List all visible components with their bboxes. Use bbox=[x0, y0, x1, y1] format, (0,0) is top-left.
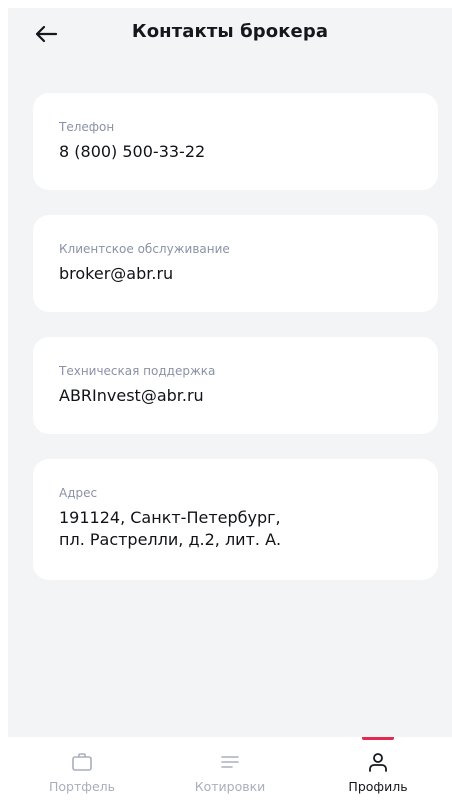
contact-value: ABRInvest@abr.ru bbox=[59, 386, 204, 405]
contacts-list: Телефон 8 (800) 500-33-22 Клиентское обс… bbox=[33, 93, 438, 605]
contacts-screen: Контакты брокера Телефон 8 (800) 500-33-… bbox=[8, 8, 452, 807]
contact-card-client-service[interactable]: Клиентское обслуживание broker@abr.ru bbox=[33, 215, 438, 312]
contact-label: Клиентское обслуживание bbox=[59, 242, 230, 256]
contact-label: Телефон bbox=[59, 120, 115, 134]
tab-label: Профиль bbox=[348, 779, 408, 794]
briefcase-icon bbox=[72, 753, 92, 771]
user-icon bbox=[369, 753, 387, 772]
contact-value: broker@abr.ru bbox=[59, 264, 174, 283]
tab-quotes[interactable]: Котировки bbox=[156, 737, 304, 807]
contact-label: Адрес bbox=[59, 486, 98, 500]
contact-label: Техническая поддержка bbox=[59, 364, 216, 378]
contact-value: 191124, Санкт-Петербург, пл. Растрелли, … bbox=[59, 508, 282, 549]
list-icon bbox=[221, 756, 239, 768]
contact-card-tech-support[interactable]: Техническая поддержка ABRInvest@abr.ru bbox=[33, 337, 438, 434]
page-title: Контакты брокера bbox=[131, 21, 329, 42]
contact-value: 8 (800) 500-33-22 bbox=[59, 142, 206, 161]
tab-label: Портфель bbox=[49, 779, 115, 794]
tab-profile[interactable]: Профиль bbox=[304, 737, 452, 807]
contact-card-address[interactable]: Адрес 191124, Санкт-Петербург, пл. Растр… bbox=[33, 459, 438, 580]
tab-portfolio[interactable]: Портфель bbox=[8, 737, 156, 807]
header: Контакты брокера bbox=[8, 8, 452, 58]
bottom-tab-bar: Портфель Котировки Профиль bbox=[8, 737, 452, 807]
contact-card-phone[interactable]: Телефон 8 (800) 500-33-22 bbox=[33, 93, 438, 190]
active-tab-indicator bbox=[362, 737, 394, 740]
tab-label: Котировки bbox=[194, 779, 266, 794]
